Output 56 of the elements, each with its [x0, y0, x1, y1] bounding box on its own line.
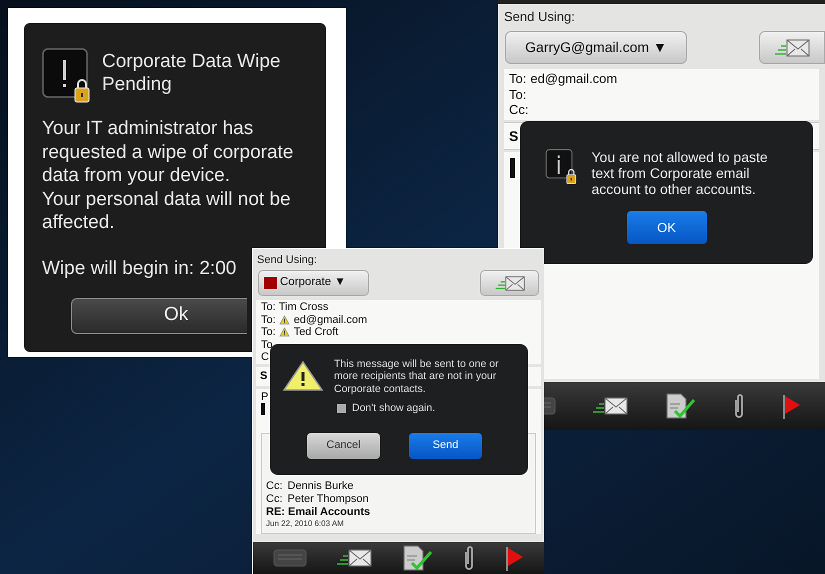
- dialog-message: You are not allowed to paste text from Corporate email account to other accounts.: [592, 149, 769, 197]
- field-label: To:: [261, 314, 276, 326]
- send-envelope-icon: [335, 547, 374, 570]
- subject-label: S: [509, 126, 518, 146]
- dialog-message: This message will be sent to one or more recipients that are not in your Corporate contacts.: [334, 358, 500, 395]
- field-label: To: [261, 338, 273, 351]
- account-swatch: [264, 277, 277, 289]
- ok-button[interactable]: Ok: [71, 298, 247, 334]
- recipient-address: Ted Croft: [294, 326, 338, 338]
- ok-button[interactable]: OK: [626, 211, 706, 244]
- send-button[interactable]: [759, 31, 825, 64]
- send-using-label: Send Using:: [256, 253, 318, 267]
- body-text: P: [261, 391, 268, 404]
- text-cursor: [261, 403, 265, 416]
- spell-check-icon: [401, 544, 434, 572]
- cancel-button[interactable]: Cancel: [307, 432, 380, 459]
- subject-label: S: [260, 369, 268, 384]
- field-label: To:: [509, 86, 526, 102]
- recipient-name: Dennis Burke: [288, 480, 354, 494]
- send-envelope-icon: [494, 274, 526, 292]
- send-envelope-icon: [591, 395, 630, 417]
- alert-note: Your personal data will not be affected.: [42, 188, 292, 234]
- spell-check-icon: [664, 392, 696, 420]
- send-button[interactable]: Send: [409, 432, 482, 459]
- send-envelope-icon: [773, 38, 811, 58]
- recipient-name: Peter Thompson: [288, 493, 369, 506]
- field-label: Cc:: [509, 102, 528, 118]
- field-label: To:: [261, 301, 276, 314]
- account-dropdown[interactable]: Corporate ▼: [258, 270, 369, 296]
- field-label: C: [261, 351, 269, 364]
- account-name: Corporate ▼: [280, 275, 346, 290]
- flag-icon: [781, 392, 802, 420]
- alert-lock-icon: [42, 48, 90, 104]
- account-dropdown[interactable]: GarryG@gmail.com ▼: [505, 31, 687, 64]
- field-label: Cc:: [266, 480, 282, 494]
- flag-icon: [504, 544, 524, 572]
- warning-icon: [278, 327, 290, 338]
- send-button[interactable]: [480, 270, 539, 296]
- checkbox[interactable]: [337, 404, 346, 414]
- recipient-address: Tim Cross: [278, 301, 328, 314]
- quoted-subject: RE: Email Accounts: [266, 506, 372, 520]
- alert-message: Your IT administrator has requested a wipe of corporate data from your device.: [42, 117, 294, 188]
- text-cursor: [510, 158, 515, 178]
- countdown-text: Wipe will begin in: 2:00: [42, 256, 236, 280]
- warning-icon: [278, 314, 290, 325]
- field-label: To:: [261, 326, 276, 338]
- recipient-address: ed@gmail.com: [530, 71, 618, 86]
- field-label: Cc:: [266, 493, 282, 506]
- send-using-label: Send Using:: [503, 8, 576, 25]
- field-label: To:: [509, 71, 526, 86]
- recipient-address: ed@gmail.com: [294, 314, 368, 326]
- keyboard-icon: [273, 547, 308, 570]
- quoted-date: Jun 22, 2010 6:03 AM: [266, 519, 345, 530]
- warning-icon: [282, 360, 324, 392]
- checkbox-label: Don't show again.: [352, 400, 436, 416]
- dialog-title: Corporate Data Wipe Pending: [102, 50, 282, 96]
